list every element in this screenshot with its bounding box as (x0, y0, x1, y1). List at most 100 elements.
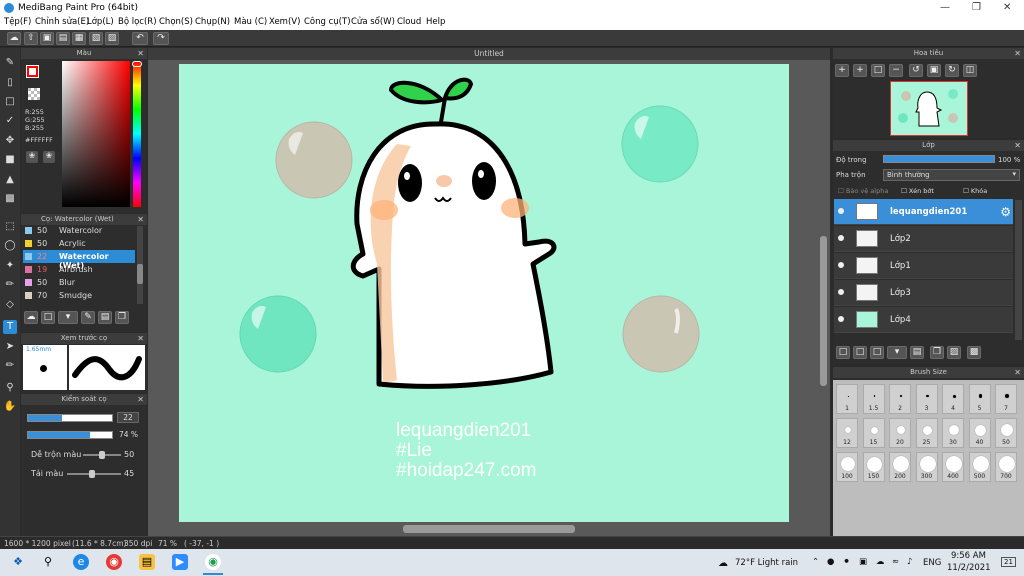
protect-alpha-checkbox[interactable]: ☐ Bảo vệ alpha (838, 187, 888, 195)
brush-size-option[interactable]: 15 (862, 418, 885, 448)
select-eraser-tool-icon[interactable]: ◇ (3, 298, 17, 312)
magic-wand-tool-icon[interactable]: ✦ (3, 259, 17, 273)
brush-size-option[interactable]: 30 (942, 418, 964, 448)
zoom-app-icon[interactable]: ▶ (172, 554, 188, 570)
cloud-icon[interactable]: ☁ (7, 32, 21, 45)
grid-icon[interactable]: ▧ (89, 32, 103, 45)
minimize-button[interactable]: — (940, 2, 950, 13)
brush-size-option[interactable]: 2 (889, 384, 911, 414)
menu-view[interactable]: Xem(V) (269, 17, 300, 27)
microphone-icon[interactable]: ⚫ (843, 557, 850, 567)
hue-slider[interactable] (132, 61, 142, 207)
menu-cloud[interactable]: Cloud (397, 17, 421, 27)
lock-checkbox[interactable]: ☐ Khóa (963, 187, 987, 195)
redo-button[interactable]: ↷ (153, 32, 169, 45)
brush-item[interactable]: 50 Blur (23, 276, 135, 289)
visibility-icon[interactable] (838, 316, 844, 322)
image-icon[interactable]: ▣ (40, 32, 54, 45)
visibility-icon[interactable] (838, 289, 844, 295)
select-pen-tool-icon[interactable]: ✏ (3, 278, 17, 292)
menu-window[interactable]: Cửa sổ(W) (351, 17, 395, 27)
new-halftone-layer-icon[interactable]: □ (853, 346, 867, 359)
brush-size-option[interactable]: 12 (836, 418, 858, 448)
tray-chevron-icon[interactable]: ⌃ (812, 557, 819, 567)
brush-item[interactable]: 70 Smudge (23, 289, 135, 302)
brush-item[interactable]: 19 Airbrush (23, 263, 135, 276)
fit-screen-icon[interactable]: □ (871, 64, 885, 77)
rotate-left-icon[interactable]: ↺ (909, 64, 923, 77)
wifi-icon[interactable]: ≈ (892, 557, 899, 567)
saturation-value-picker[interactable] (62, 61, 130, 207)
zoom-in-icon[interactable]: + (853, 64, 867, 77)
menu-help[interactable]: Help (426, 17, 445, 27)
brush-add-icon[interactable]: ☁ (24, 311, 38, 324)
share-icon[interactable]: ⇧ (24, 32, 38, 45)
layer-row-selected[interactable]: lequangdien201 ⚙ (834, 199, 1013, 225)
drawing-canvas[interactable]: lequangdien201 #Lie #hoidap247.com (179, 64, 789, 522)
file-explorer-icon[interactable]: ▤ (139, 554, 155, 570)
brush-item-selected[interactable]: 22 Watercolor (Wet) (23, 250, 135, 270)
undo-button[interactable]: ↶ (132, 32, 148, 45)
zoom-out-icon[interactable]: − (889, 64, 903, 77)
layer-row[interactable]: Lớp3 (834, 280, 1013, 306)
close-icon[interactable]: ✕ (137, 48, 144, 59)
layer-row[interactable]: Lớp4 (834, 307, 1013, 333)
menu-select[interactable]: Chọn(S) (159, 17, 193, 27)
merge-layer-icon[interactable]: ▨ (947, 346, 961, 359)
hand-tool-icon[interactable]: ✋ (3, 400, 17, 414)
blend-slider-knob[interactable] (99, 451, 105, 459)
select-tool-icon[interactable]: ⬚ (3, 220, 17, 234)
brush-menu-icon[interactable]: ▾ (58, 311, 78, 324)
layer-blend-select[interactable]: Bình thường ▾ (883, 169, 1020, 181)
brush-size-option[interactable]: 40 (968, 418, 991, 448)
rotate-right-icon[interactable]: ↻ (945, 64, 959, 77)
bucket-tool-icon[interactable]: ▲ (3, 173, 17, 187)
chrome-icon[interactable]: ◉ (106, 554, 122, 570)
flip-icon[interactable]: ◫ (963, 64, 977, 77)
blend-slider[interactable] (83, 451, 121, 459)
brush-size-option[interactable]: 1 (836, 384, 858, 414)
frame-icon[interactable]: ▨ (105, 32, 119, 45)
operation-tool-icon[interactable]: ➤ (3, 340, 17, 354)
visibility-icon[interactable] (838, 262, 844, 268)
brush-size-option[interactable]: 7 (995, 384, 1017, 414)
brush-list-scrollbar[interactable] (137, 226, 143, 304)
canvas-tab[interactable]: Untitled (148, 48, 830, 60)
horizontal-scrollbar[interactable] (403, 525, 575, 533)
close-icon[interactable]: ✕ (1014, 140, 1021, 151)
brush-edit-icon[interactable]: ✎ (81, 311, 95, 324)
layer-list-scrollbar[interactable] (1015, 200, 1022, 340)
rect-tool-icon[interactable]: □ (3, 95, 17, 109)
close-icon[interactable]: ✕ (1014, 48, 1021, 59)
brush-size-bar[interactable] (27, 414, 113, 422)
comment-icon[interactable]: ▤ (56, 32, 70, 45)
brush-size-option[interactable]: 400 (942, 452, 964, 482)
brush-item[interactable]: 50 Watercolor (23, 224, 135, 237)
center-icon[interactable]: ▣ (927, 64, 941, 77)
close-button[interactable]: ✕ (1003, 2, 1011, 13)
layer-row[interactable]: Lớp2 (834, 226, 1013, 252)
edge-icon[interactable]: e (73, 554, 89, 570)
brush-size-option[interactable]: 4 (942, 384, 964, 414)
fill-rect-tool-icon[interactable]: ■ (3, 153, 17, 167)
clock-time[interactable]: 9:56 AM (951, 551, 986, 561)
brush-size-option[interactable]: 700 (995, 452, 1017, 482)
menu-layer[interactable]: Lớp(L) (87, 17, 114, 27)
pen-tool-icon[interactable]: ✓ (3, 114, 17, 128)
clipping-checkbox[interactable]: ☐ Xén bớt (901, 187, 934, 195)
move-tool-icon[interactable]: ✥ (3, 134, 17, 148)
vertical-scrollbar[interactable] (820, 236, 827, 386)
maximize-button[interactable]: ❐ (972, 2, 981, 13)
brush-size-option[interactable]: 200 (889, 452, 911, 482)
close-icon[interactable]: ✕ (137, 394, 144, 405)
duplicate-layer-icon[interactable]: ❐ (930, 346, 944, 359)
brush-size-option[interactable]: 3 (915, 384, 938, 414)
layer-opacity-bar[interactable] (883, 155, 995, 163)
volume-icon[interactable]: ♪ (907, 557, 912, 567)
brush-size-option[interactable]: 20 (889, 418, 911, 448)
brush-size-option[interactable]: 500 (968, 452, 991, 482)
navigator-thumbnail[interactable] (890, 81, 968, 136)
menu-snap[interactable]: Chụp(N) (195, 17, 230, 27)
menu-tools[interactable]: Công cụ(T) (304, 17, 351, 27)
layer-row[interactable]: Lớp1 (834, 253, 1013, 279)
